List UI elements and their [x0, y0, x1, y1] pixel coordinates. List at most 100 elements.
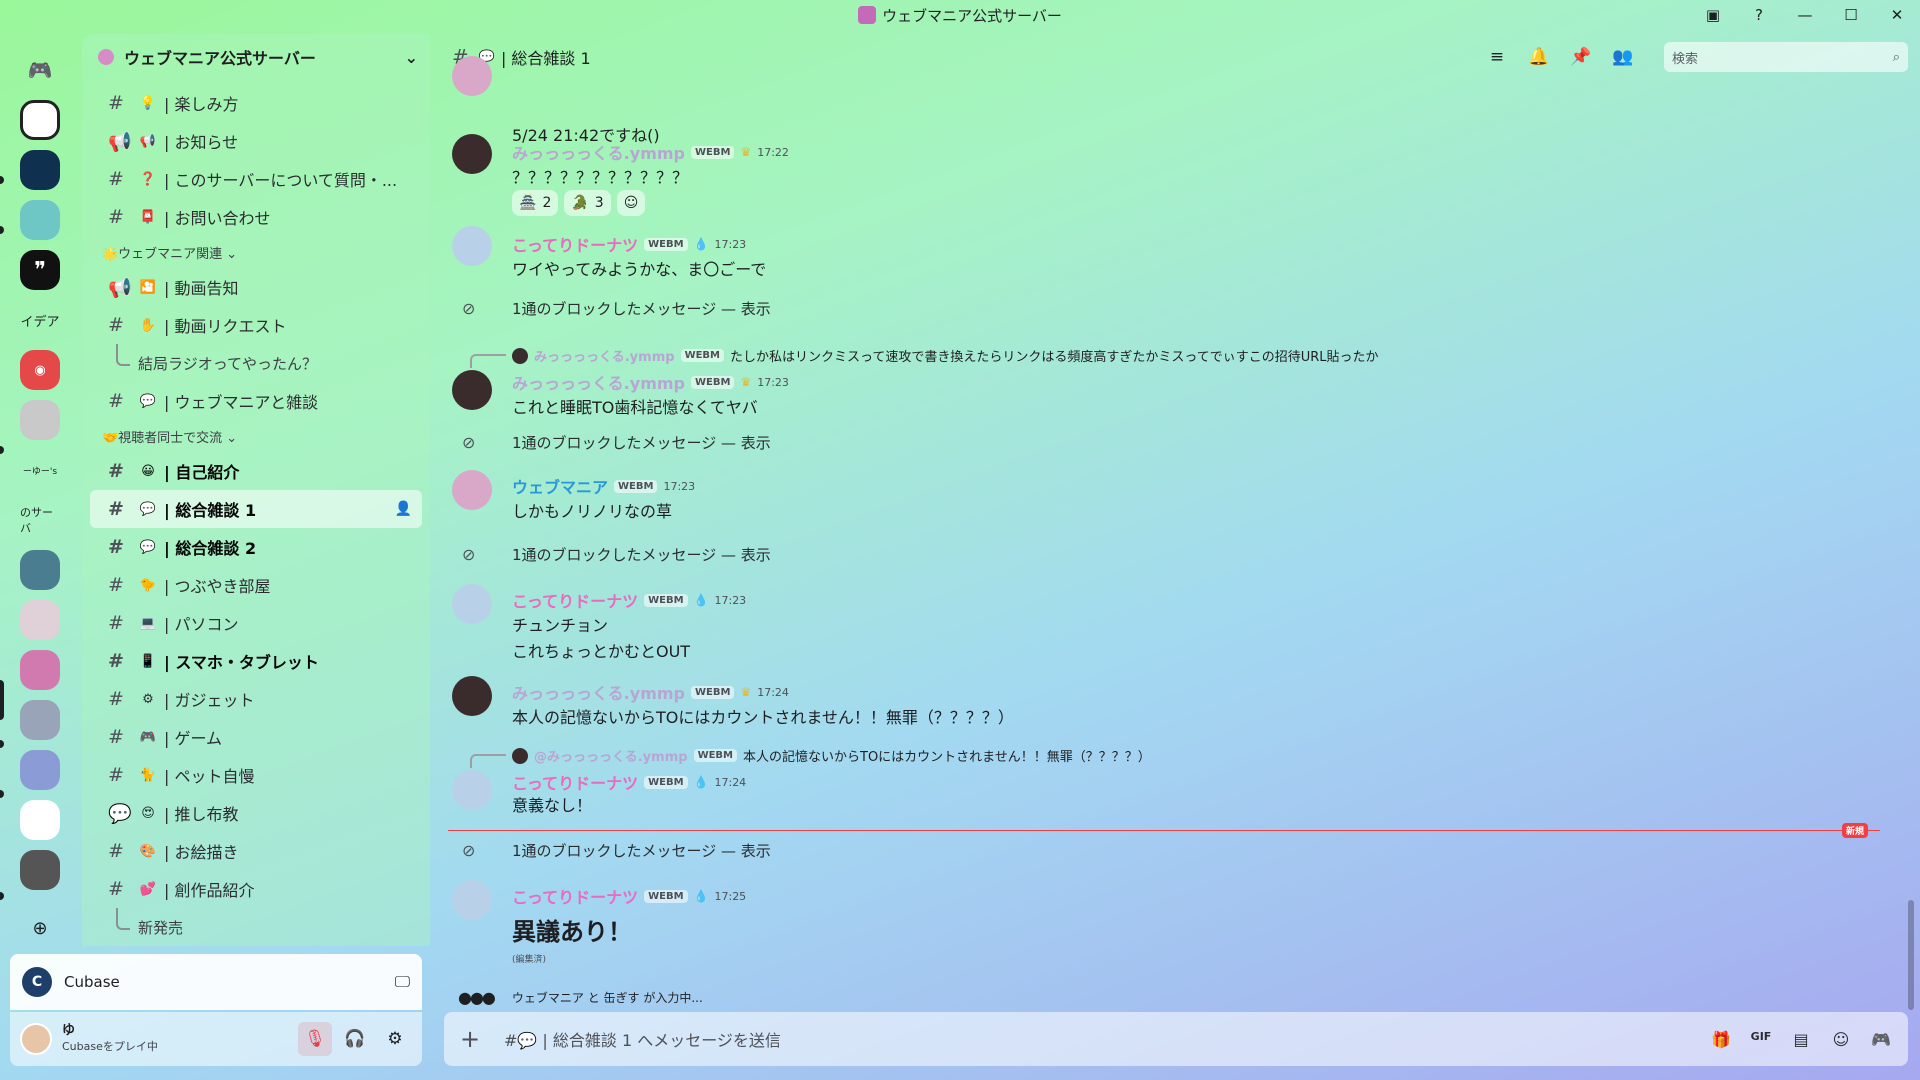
reply-preview[interactable]: みっっっっくる.ymmp WEBM たしか私はリンクミスって速攻で書き換えたらリ…: [470, 346, 1379, 368]
channel-item[interactable]: # 💻 | パソコン: [90, 604, 422, 642]
headphones-icon[interactable]: 🎧: [338, 1022, 372, 1056]
avatar[interactable]: [452, 584, 492, 624]
avatar[interactable]: [452, 880, 492, 920]
help-icon[interactable]: ?: [1736, 0, 1782, 30]
search-input[interactable]: 検索 ⌕: [1664, 42, 1908, 72]
server-pixel-icon[interactable]: [20, 600, 60, 640]
reply-preview[interactable]: @みっっっっくる.ymmp WEBM 本人の記憶ないからTOにはカウントされませ…: [470, 746, 1151, 768]
channel-item[interactable]: 📢 🎦 | 動画告知: [90, 268, 422, 306]
avatar[interactable]: [452, 676, 492, 716]
search-icon: ⌕: [1892, 49, 1900, 65]
server-anime-icon[interactable]: [20, 700, 60, 740]
blocked-message[interactable]: ⊘ 1通のブロックしたメッセージ — 表示: [432, 838, 1892, 862]
pin-icon[interactable]: 📌: [1570, 47, 1592, 67]
avatar[interactable]: [452, 470, 492, 510]
scrollbar[interactable]: [1908, 900, 1914, 1010]
sticker-icon[interactable]: ▤: [1790, 1030, 1812, 1049]
thread-item[interactable]: 結局ラジオってやったん？: [90, 344, 422, 382]
server-quote-icon[interactable]: ❞: [20, 250, 60, 290]
channel-item[interactable]: # 💬 | 総合雑談 2: [90, 528, 422, 566]
gif-button[interactable]: GIF: [1750, 1030, 1772, 1049]
maximize-button[interactable]: ☐: [1828, 0, 1874, 30]
window-title: ウェブマニア公式サーバー: [858, 5, 1062, 26]
channel-item[interactable]: # ❓ | このサーバーについて質問・...: [90, 160, 422, 198]
avatar[interactable]: [452, 134, 492, 174]
blocked-message[interactable]: ⊘ 1通のブロックしたメッセージ — 表示: [432, 542, 1892, 566]
server-discord-red-icon[interactable]: ◉: [20, 350, 60, 390]
server-blue-icon[interactable]: [20, 150, 60, 190]
channel-item[interactable]: # 💕 | 創作品紹介: [90, 870, 422, 908]
server-castle-icon[interactable]: [20, 800, 60, 840]
channel-item[interactable]: # 🐤 | つぶやき部屋: [90, 566, 422, 604]
member-list-icon[interactable]: 👥: [1612, 47, 1634, 67]
mute-mic-icon[interactable]: 🎙: [298, 1022, 332, 1056]
reaction[interactable]: 🏯 2: [512, 190, 559, 216]
server-gray-icon[interactable]: [20, 400, 60, 440]
discord-home-icon[interactable]: 🎮: [20, 50, 60, 90]
channel-item[interactable]: # 🎨 | お絵描き: [90, 832, 422, 870]
message-input[interactable]: #💬 | 総合雑談 1 へメッセージを送信: [504, 1027, 1710, 1051]
server-header[interactable]: ウェブマニア公式サーバー ⌄: [82, 34, 430, 80]
hash-icon: #: [108, 168, 124, 190]
blocked-icon: ⊘: [462, 432, 476, 452]
blocked-message[interactable]: ⊘ 1通のブロックしたメッセージ — 表示: [432, 430, 1892, 454]
server-qr-icon[interactable]: [20, 100, 60, 140]
settings-gear-icon[interactable]: ⚙: [378, 1022, 412, 1056]
channel-item[interactable]: 📢 📢 | お知らせ: [90, 122, 422, 160]
add-attachment-icon[interactable]: +: [460, 1025, 492, 1053]
threads-icon[interactable]: ≡: [1486, 47, 1508, 67]
category-viewers[interactable]: 🤝視聴者同士で交流 ⌄: [82, 420, 430, 452]
hash-icon: #: [108, 574, 124, 596]
typing-indicator: ●●● ウェブマニア と 缶ぎす が入力中...: [458, 988, 703, 1007]
server-yu[interactable]: ーゆー's: [20, 450, 60, 490]
droplet-icon: 💧: [693, 593, 709, 607]
blocked-message[interactable]: ⊘ 1通のブロックしたメッセージ — 表示: [432, 296, 1892, 320]
minimize-button[interactable]: —: [1782, 0, 1828, 30]
activities-icon[interactable]: 🎮: [1870, 1030, 1892, 1049]
channel-item[interactable]: # 📱 | スマホ・タブレット: [90, 642, 422, 680]
blocked-icon: ⊘: [462, 544, 476, 564]
server-text[interactable]: のサーバ: [20, 500, 60, 540]
channel-item[interactable]: # 📮 | お問い合わせ: [90, 198, 422, 236]
notification-bell-icon[interactable]: 🔔: [1528, 47, 1550, 67]
add-reaction-button[interactable]: ☺: [616, 190, 646, 216]
channel-item[interactable]: # 🐈 | ペット自慢: [90, 756, 422, 794]
add-server-icon[interactable]: ⊕: [20, 908, 60, 948]
typing-dots-icon: ●●●: [458, 988, 496, 1007]
close-button[interactable]: ✕: [1874, 0, 1920, 30]
channel-item[interactable]: # ⚙ | ガジェット: [90, 680, 422, 718]
screen-share-icon[interactable]: 🖵: [395, 972, 410, 992]
avatar[interactable]: [452, 770, 492, 810]
channel-item[interactable]: # 😀 | 自己紹介: [90, 452, 422, 490]
emoji-icon[interactable]: ☺: [1830, 1030, 1852, 1049]
activity-panel[interactable]: C Cubase 🖵: [10, 954, 422, 1010]
category-webmania[interactable]: 🌟ウェブマニア関連 ⌄: [82, 236, 430, 268]
server-idea[interactable]: イデア: [20, 300, 60, 340]
avatar[interactable]: [452, 56, 492, 96]
server-panda-icon[interactable]: [20, 550, 60, 590]
avatar[interactable]: [452, 226, 492, 266]
server-glasses-icon[interactable]: [20, 850, 60, 890]
channel-item[interactable]: # 💡 | 楽しみ方: [90, 84, 422, 122]
gift-icon[interactable]: 🎁: [1710, 1030, 1732, 1049]
server-webmania-icon[interactable]: [20, 650, 60, 690]
hash-icon: #: [108, 536, 124, 558]
thread-item[interactable]: 新発売: [90, 908, 422, 946]
hash-icon: #: [108, 688, 124, 710]
channel-item-active[interactable]: # 💬 | 総合雑談 1 👤: [90, 490, 422, 528]
server-anime2-icon[interactable]: [20, 750, 60, 790]
channel-item[interactable]: # 💬 | ウェブマニアと雑談: [90, 382, 422, 420]
channel-item[interactable]: # ✋ | 動画リクエスト: [90, 306, 422, 344]
avatar[interactable]: [452, 370, 492, 410]
channel-header: # 💬 | 総合雑談 1 ≡ 🔔 📌 👥 検索 ⌕: [432, 34, 1920, 80]
invite-member-icon[interactable]: 👤: [395, 501, 412, 517]
channel-item[interactable]: 💬 😍 | 推し布教: [90, 794, 422, 832]
inbox-icon[interactable]: ▣: [1690, 0, 1736, 30]
server-miku-icon[interactable]: [20, 200, 60, 240]
reaction-emoji-icon: 🏯: [519, 195, 537, 211]
message-composer[interactable]: + #💬 | 総合雑談 1 へメッセージを送信 🎁 GIF ▤ ☺ 🎮: [444, 1012, 1908, 1066]
channel-item[interactable]: # 🎮 | ゲーム: [90, 718, 422, 756]
avatar[interactable]: [20, 1023, 52, 1055]
user-info[interactable]: ゆ Cubaseをプレイ中: [62, 1023, 292, 1054]
reaction[interactable]: 🐊 3: [564, 190, 611, 216]
